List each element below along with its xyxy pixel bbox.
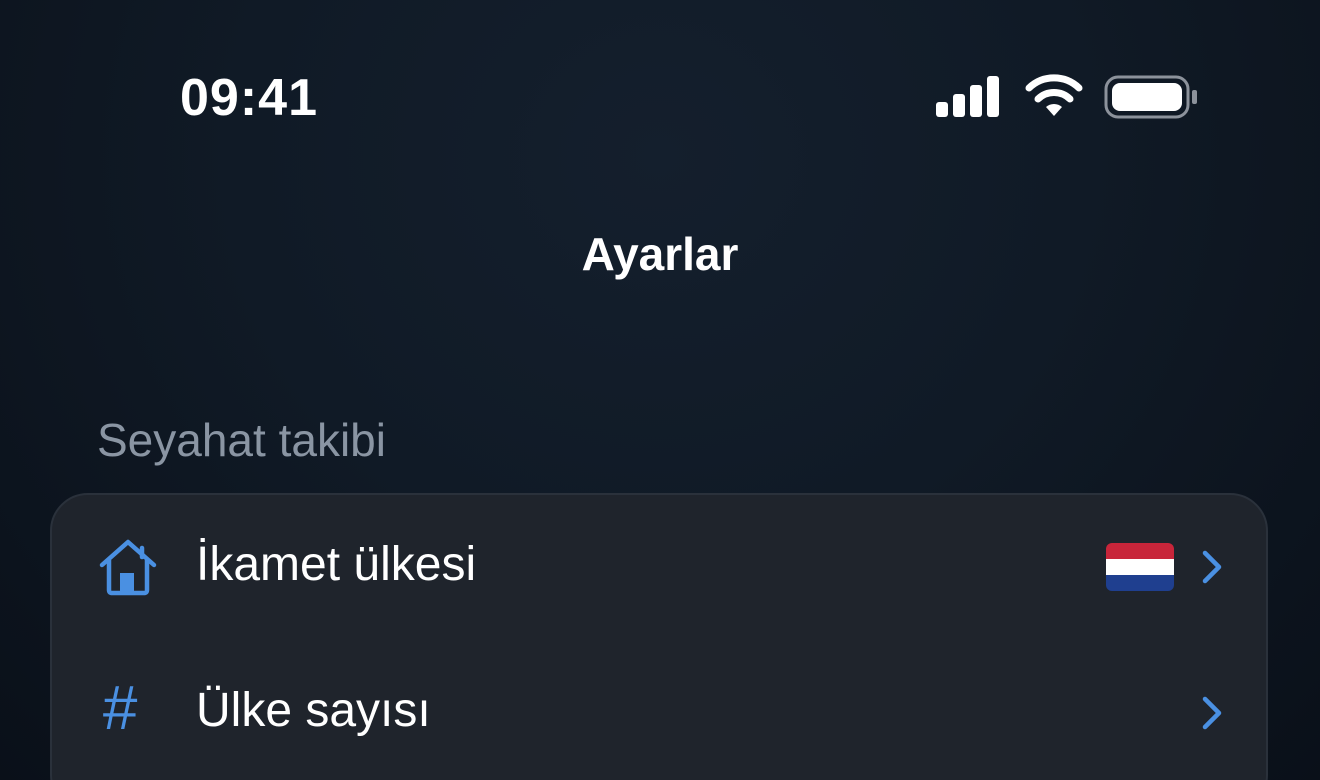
house-icon [99, 539, 157, 596]
chevron-right-icon [1202, 550, 1222, 584]
status-icons [936, 74, 1206, 120]
section-header: Seyahat takibi [97, 414, 386, 466]
settings-row-country-count[interactable]: # Ülke sayısı [52, 641, 1270, 780]
battery-icon [1104, 75, 1197, 119]
status-bar: 09:41 [0, 0, 1320, 190]
settings-card: İkamet ülkesi # Ülke sayısı [50, 493, 1268, 780]
status-time: 09:41 [180, 69, 318, 127]
netherlands-flag-icon [1106, 543, 1174, 591]
hash-icon: # [102, 674, 137, 743]
wifi-icon [1025, 74, 1083, 116]
cellular-signal-icon [936, 76, 999, 117]
chevron-right-icon [1202, 696, 1222, 730]
settings-row-label: İkamet ülkesi [196, 538, 477, 591]
settings-row-residence-country[interactable]: İkamet ülkesi [52, 495, 1270, 641]
settings-row-label: Ülke sayısı [196, 684, 431, 737]
page-title: Ayarlar [581, 228, 739, 280]
